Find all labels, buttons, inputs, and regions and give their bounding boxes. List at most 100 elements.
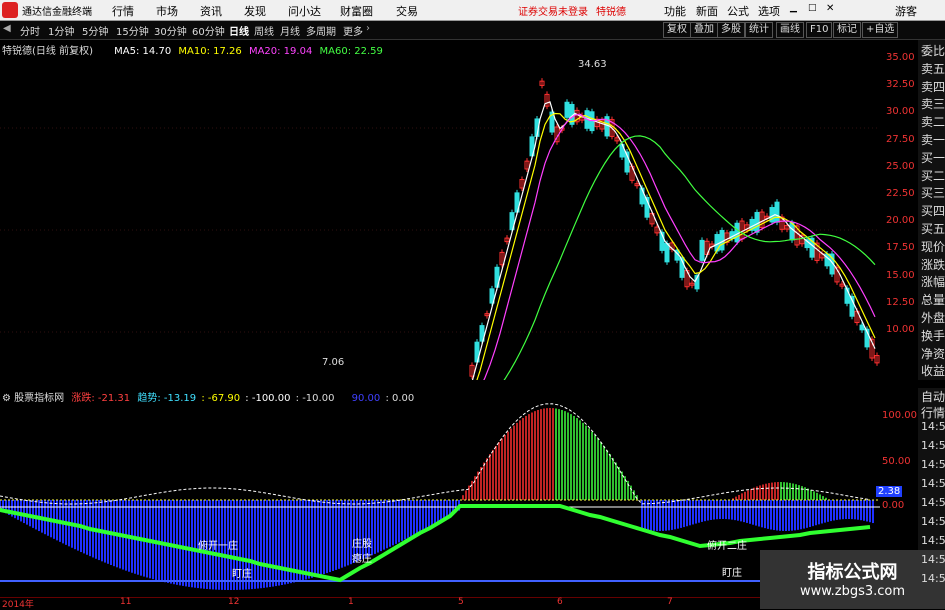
price-tick-label: 12.50: [886, 296, 915, 308]
menu-market[interactable]: 市场: [156, 3, 178, 19]
quote-field-label[interactable]: 买一: [921, 149, 945, 166]
price-tick-label: 32.50: [886, 79, 915, 91]
date-label-2014: 2014年: [2, 600, 34, 610]
date-label-5: 5: [458, 597, 464, 607]
quote-field-label[interactable]: 现价: [921, 238, 945, 255]
candle-body: [699, 239, 705, 261]
quote-field-label[interactable]: 换手: [921, 327, 945, 344]
menu-news[interactable]: 资讯: [200, 3, 222, 19]
price-chart[interactable]: 特锐德(日线 前复权) MA5: 14.70 MA10: 17.26 MA20:…: [0, 40, 880, 380]
f10-button[interactable]: F10: [806, 22, 833, 38]
menu-new-page[interactable]: 新面: [696, 3, 718, 19]
tab-1min[interactable]: 1分钟: [48, 23, 74, 38]
signal-dashed-line: [0, 403, 871, 505]
quote-field-label[interactable]: 涨跌: [921, 256, 945, 273]
tab-15min[interactable]: 15分钟: [116, 23, 149, 38]
date-label-6: 6: [557, 597, 563, 607]
quote-field-label[interactable]: 外盘: [921, 309, 945, 326]
menu-quotes[interactable]: 行情: [112, 3, 134, 19]
add-watchlist-button[interactable]: +自选: [862, 22, 899, 38]
draw-button[interactable]: 画线: [776, 22, 804, 38]
mark-button[interactable]: 标记: [833, 22, 861, 38]
indicator-tick-label: 0.00: [882, 500, 905, 511]
time-label: 14:50: [921, 439, 945, 452]
tab-weekly[interactable]: 周线: [254, 23, 274, 38]
stock-link[interactable]: 特锐德: [596, 3, 626, 18]
menu-function[interactable]: 功能: [664, 3, 686, 19]
time-label: 14:50: [921, 420, 945, 433]
tab-monthly[interactable]: 月线: [280, 23, 300, 38]
annotation-3: 庄股 瘪庄: [352, 539, 372, 565]
quote-field-label[interactable]: 总量: [921, 291, 945, 308]
quote-field-label[interactable]: 卖五: [921, 60, 945, 77]
indicator-legend: ⚙ 股票指标网 涨跌: -21.31 趋势: -13.19 : -67.90 :…: [2, 389, 414, 404]
quote-field-label[interactable]: 卖一: [921, 131, 945, 148]
overlay-button[interactable]: 叠加: [690, 22, 718, 38]
ma5-value: MA5: 14.70: [114, 46, 172, 57]
candle-body: [774, 201, 780, 223]
annotation-1: 俯开一庄: [198, 541, 238, 552]
time-label: 14:50: [921, 496, 945, 509]
indicator-tick-label: 50.00: [882, 456, 911, 467]
quote-field-label[interactable]: 买二: [921, 167, 945, 184]
price-tick-label: 20.00: [886, 215, 915, 227]
indicator-badge: 2.38: [876, 486, 903, 497]
more-arrow-icon[interactable]: ›: [366, 23, 370, 34]
price-tick-label: 10.00: [886, 324, 915, 335]
restore-rights-button[interactable]: 复权: [663, 22, 691, 38]
candle-body: [734, 222, 740, 243]
login-notice[interactable]: 证券交易未登录: [518, 3, 588, 18]
time-label: 14:50: [921, 553, 945, 566]
price-tick-label: 35.00: [886, 52, 915, 63]
quote-field-label[interactable]: 买五: [921, 220, 945, 237]
menu-options[interactable]: 选项: [758, 3, 780, 19]
tab-5min[interactable]: 5分钟: [82, 23, 108, 38]
menu-ask[interactable]: 问小达: [288, 3, 321, 19]
quotes-label[interactable]: 行情: [921, 404, 945, 421]
tab-30min[interactable]: 30分钟: [154, 23, 187, 38]
quote-field-label[interactable]: 卖二: [921, 113, 945, 130]
auto-label[interactable]: 自动: [921, 388, 945, 405]
menu-wealth[interactable]: 财富圈: [340, 3, 373, 19]
quote-field-label[interactable]: 卖三: [921, 95, 945, 112]
indicator-tick-label: 100.00: [882, 410, 917, 421]
quote-field-label[interactable]: 委比: [921, 42, 945, 59]
candle-body: [754, 211, 760, 233]
annotation-5: 盯庄: [722, 568, 742, 579]
price-axis: 35.00 32.50 30.00 27.50 25.00 22.50 20.00 17.50…: [880, 40, 918, 380]
menu-discover[interactable]: 发现: [244, 3, 266, 19]
app-title: 通达信金融终端: [22, 7, 92, 18]
menu-formula[interactable]: 公式: [727, 3, 749, 19]
annotation-4: 俯开二庄: [707, 541, 747, 552]
low-price-label: 7.06: [322, 357, 345, 368]
candle-body: [664, 242, 670, 263]
quote-field-label[interactable]: 收益: [921, 362, 945, 379]
tab-more[interactable]: 更多: [343, 23, 363, 38]
stats-button[interactable]: 统计: [745, 22, 773, 38]
quote-field-label[interactable]: 净资: [921, 345, 945, 362]
gear-icon[interactable]: ⚙: [2, 393, 11, 404]
quote-field-label[interactable]: 卖四: [921, 78, 945, 95]
time-label: 14:50: [921, 534, 945, 547]
quote-field-label[interactable]: 买四: [921, 202, 945, 219]
tab-60min[interactable]: 60分钟: [192, 23, 225, 38]
tab-intraday[interactable]: 分时: [20, 23, 40, 38]
quote-field-label[interactable]: 涨幅: [921, 273, 945, 290]
line6-value: 90.00: [351, 393, 381, 404]
multi-stock-button[interactable]: 多股: [717, 22, 745, 38]
date-label-11: 11: [120, 597, 132, 607]
maximize-icon[interactable]: □: [808, 3, 817, 13]
prev-icon[interactable]: ◀: [3, 23, 11, 34]
qushi-value: 趋势: -13.19: [137, 393, 197, 404]
quote-field-label[interactable]: 买三: [921, 184, 945, 201]
menu-bar: 通达信金融终端 行情 市场 资讯 发现 问小达 财富圈 交易 证券交易未登录 特…: [0, 0, 945, 21]
guest-label[interactable]: 游客: [895, 3, 917, 19]
minimize-icon[interactable]: ▁: [790, 3, 797, 13]
price-tick-label: 30.00: [886, 106, 915, 118]
app-logo-icon: [2, 2, 18, 18]
indicator-chart[interactable]: ⚙ 股票指标网 涨跌: -21.31 趋势: -13.19 : -67.90 :…: [0, 388, 880, 593]
tab-multi-period[interactable]: 多周期: [306, 23, 336, 38]
close-icon[interactable]: ✕: [826, 3, 834, 14]
menu-trade[interactable]: 交易: [396, 3, 418, 19]
tab-daily[interactable]: 日线: [229, 23, 249, 38]
